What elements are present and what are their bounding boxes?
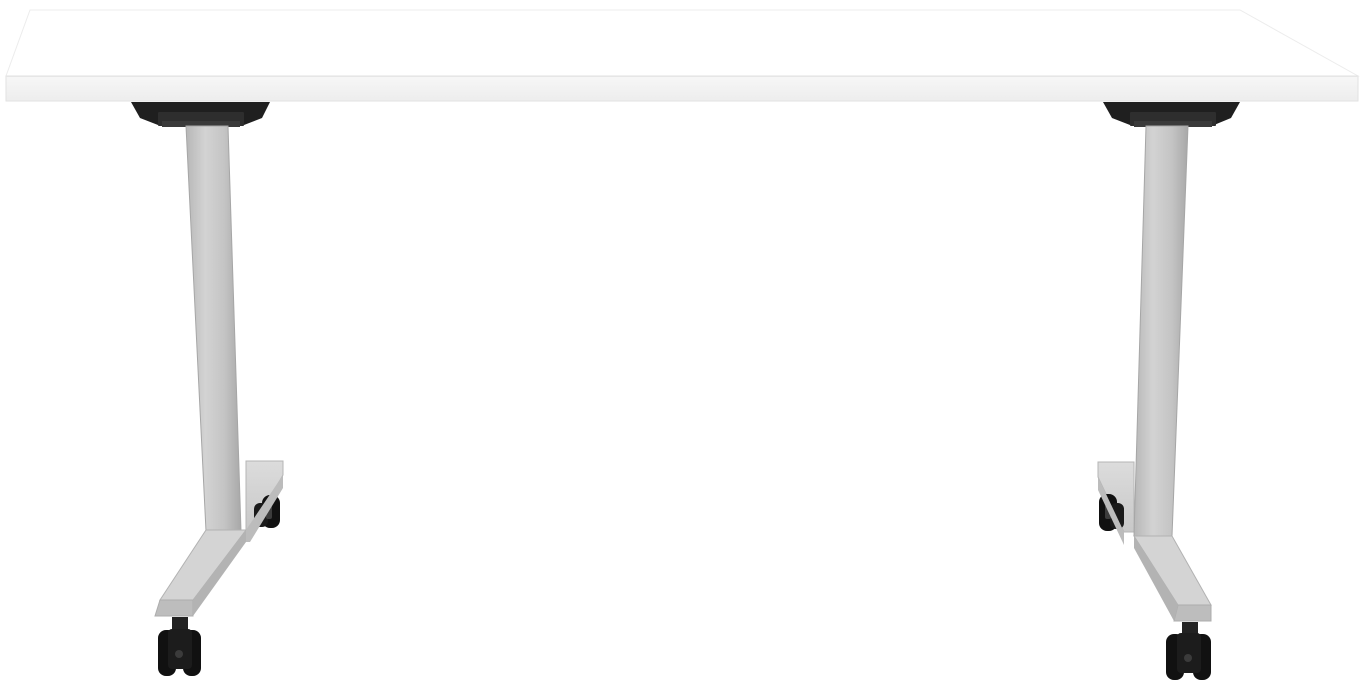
table-illustration <box>5 9 1360 680</box>
tabletop-front-edge <box>5 75 1359 102</box>
left-mounting-bracket <box>131 102 270 127</box>
left-leg <box>131 102 284 676</box>
right-column <box>1133 125 1189 537</box>
front-left-caster <box>158 617 201 676</box>
product-photo <box>0 0 1362 688</box>
tabletop <box>5 9 1360 102</box>
right-mounting-bracket <box>1103 102 1240 127</box>
tabletop-surface <box>5 9 1360 77</box>
right-leg <box>1097 102 1240 680</box>
front-right-caster <box>1166 622 1211 680</box>
left-column <box>185 125 242 532</box>
